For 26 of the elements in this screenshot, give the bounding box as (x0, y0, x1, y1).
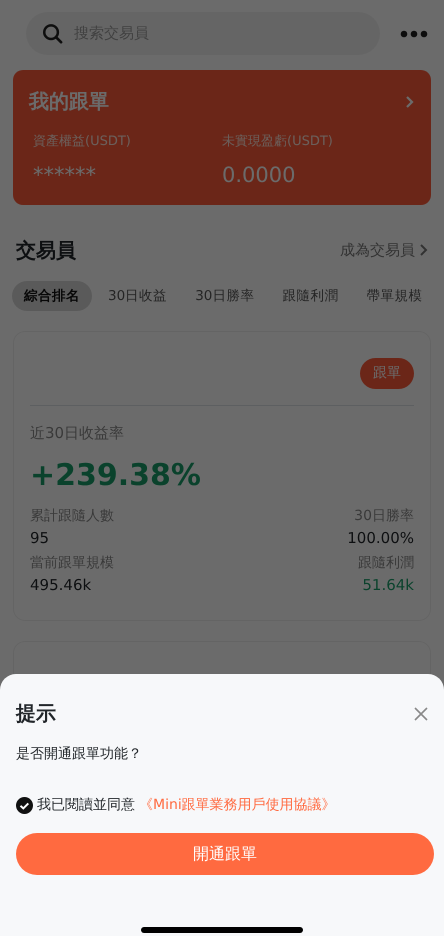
stat-value: 100.00% (346, 528, 414, 549)
my-copy-card[interactable]: 我的跟單 資產權益(USDT) ****** 未實現盈虧(USDT) 0.0000 (13, 70, 431, 205)
filter-tab[interactable]: 帶單規模 (354, 281, 434, 312)
dialog-message: 是否開通跟單功能？ (16, 745, 143, 764)
stat-value: ****** (33, 162, 97, 188)
stat-value: 495.46k (30, 575, 92, 596)
card-title: 我的跟單 (29, 88, 109, 115)
enable-copy-button[interactable]: 開通跟單 (16, 833, 434, 875)
section-title: 交易員 (16, 237, 76, 264)
agreement-link[interactable]: 《Mini跟單業務用戶使用協議》 (139, 794, 336, 816)
chevron-icon (419, 243, 428, 257)
follow-button[interactable]: 跟單 (360, 358, 414, 390)
dialog-title: 提示 (16, 700, 56, 727)
filter-tab[interactable]: 30日收益 (96, 281, 180, 312)
filter-tab[interactable]: 綜合排名 (12, 281, 92, 312)
stat-label: 資產權益(USDT) (33, 133, 132, 151)
filter-tab[interactable]: 跟隨利潤 (270, 281, 350, 312)
stat-value: 51.64k (361, 575, 414, 596)
stat-label: 未實現盈虧(USDT) (222, 133, 334, 151)
filter-tab[interactable]: 30日勝率 (183, 281, 266, 312)
search-icon (42, 22, 64, 46)
stat-value: 0.0000 (222, 162, 296, 188)
become-trader-link[interactable]: 成為交易員 (340, 238, 428, 262)
stat-value: 95 (30, 528, 50, 549)
agreement-text: 我已閱讀並同意 (37, 796, 135, 814)
return-rate: +239.38% (30, 456, 202, 495)
